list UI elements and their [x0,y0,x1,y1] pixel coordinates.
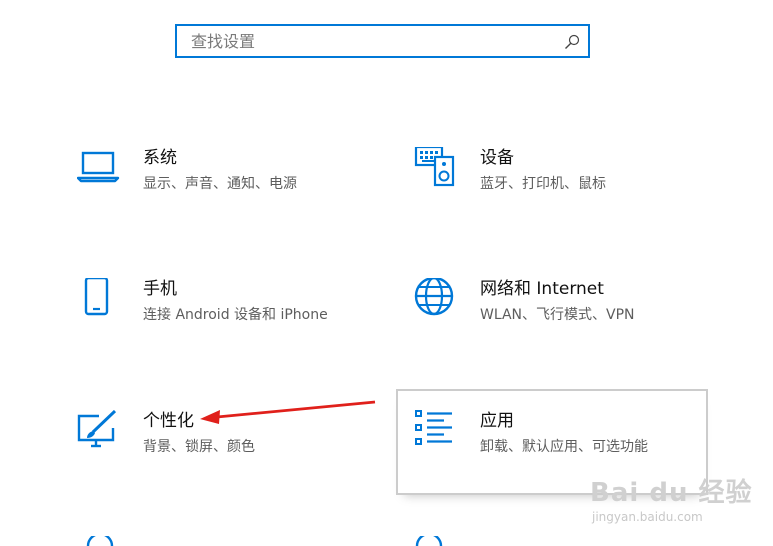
watermark-brand: Bai du 经验 [590,478,753,508]
tile-devices[interactable]: 设备 蓝牙、打印机、鼠标 [414,147,714,217]
paintbrush-screen-icon [77,410,117,448]
tile-apps[interactable]: 应用 卸载、默认应用、可选功能 [414,410,714,480]
partial-next-icon [86,536,114,546]
tile-description: 背景、锁屏、颜色 [143,439,255,455]
tile-system[interactable]: 系统 显示、声音、通知、电源 [77,147,377,217]
tile-description: 卸载、默认应用、可选功能 [480,439,648,455]
tile-title: 系统 [143,148,177,168]
keyboard-speaker-icon [414,147,455,187]
partial-next-icon [415,536,443,546]
tile-network[interactable]: 网络和 Internet WLAN、飞行模式、VPN [414,278,714,348]
tile-title: 个性化 [143,411,194,431]
annotation-arrow [200,400,376,424]
tile-title: 网络和 Internet [480,279,604,299]
watermark-url: jingyan.baidu.com [592,510,703,524]
tile-title: 应用 [480,411,514,431]
globe-icon [414,278,454,316]
tile-description: 连接 Android 设备和 iPhone [143,307,328,323]
search-icon[interactable] [564,34,580,50]
tile-phone[interactable]: 手机 连接 Android 设备和 iPhone [77,278,377,348]
tile-description: 显示、声音、通知、电源 [143,176,297,192]
tile-title: 设备 [480,148,514,168]
laptop-icon [77,151,120,183]
apps-list-icon [415,410,452,445]
phone-icon [84,278,109,316]
baidu-watermark: Bai du 经验 jingyan.baidu.com [590,472,752,532]
tile-title: 手机 [143,279,177,299]
tile-description: WLAN、飞行模式、VPN [480,307,635,323]
tile-description: 蓝牙、打印机、鼠标 [480,176,606,192]
search-box[interactable] [175,24,590,58]
search-input[interactable] [177,26,588,56]
